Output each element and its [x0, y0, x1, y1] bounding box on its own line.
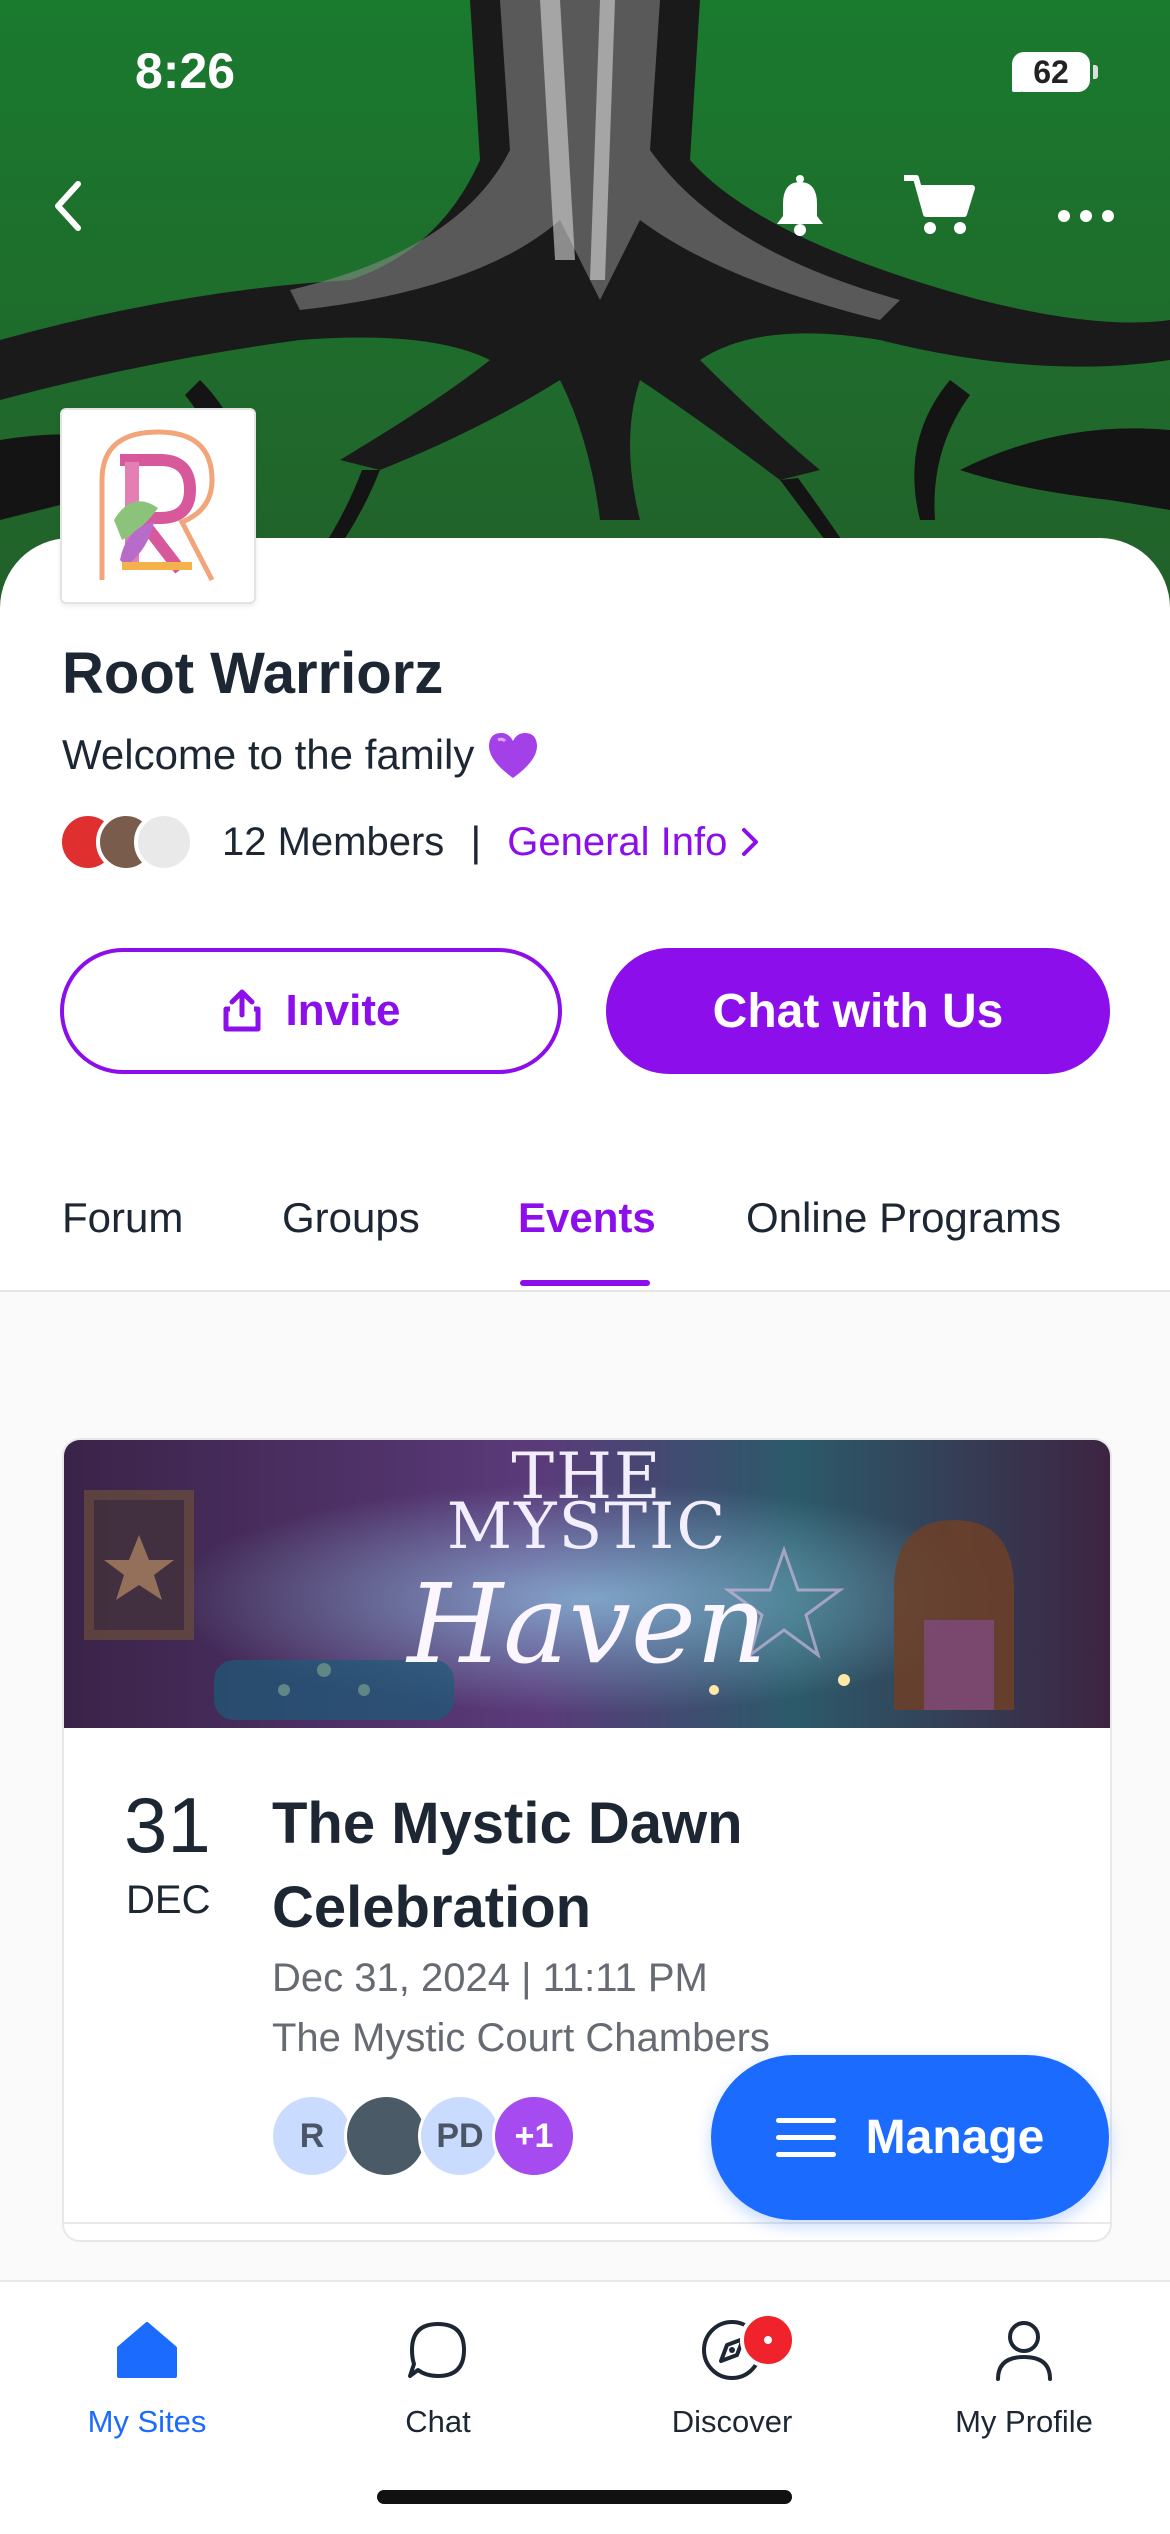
cart-icon — [904, 175, 975, 234]
chevron-left-icon — [55, 181, 81, 231]
attendee-avatar: PD — [418, 2094, 502, 2178]
member-avatars[interactable] — [58, 812, 194, 872]
chat-with-us-button[interactable]: Chat with Us — [606, 948, 1110, 1074]
battery-icon: 62 — [1012, 52, 1098, 92]
notification-badge — [740, 2312, 796, 2368]
chat-with-us-label: Chat with Us — [712, 984, 1004, 1038]
members-count[interactable]: 12 Members — [222, 820, 444, 865]
menu-icon — [775, 2117, 836, 2157]
nav-label: Discover — [671, 2404, 793, 2439]
active-tab-indicator — [520, 1280, 650, 1286]
nav-label: Chat — [405, 2404, 471, 2439]
chat-icon — [408, 2322, 466, 2378]
event-day: 31 — [124, 1781, 211, 1869]
status-icons: 62 — [1012, 52, 1098, 92]
section-tabs: Forum Groups Events Online Programs — [0, 1180, 1170, 1292]
chevron-right-icon — [742, 828, 759, 856]
site-logo-mark — [99, 429, 215, 582]
notifications-button[interactable] — [765, 170, 835, 240]
avatar — [134, 812, 194, 872]
person-icon — [996, 2321, 1052, 2381]
cart-button[interactable] — [900, 168, 980, 240]
event-banner-image: THE MYSTIC Haven — [64, 1440, 1110, 1728]
site-title: Root Warriorz — [62, 641, 444, 706]
nav-label: My Profile — [955, 2404, 1093, 2439]
attendee-avatar: R — [270, 2094, 354, 2178]
status-time: 8:26 — [135, 43, 236, 99]
general-info-link[interactable]: General Info — [507, 820, 761, 865]
invite-label: Invite — [285, 986, 401, 1035]
home-indicator — [377, 2490, 792, 2504]
manage-button[interactable]: Manage — [711, 2055, 1109, 2220]
status-bar: 8:26 62 — [0, 0, 1170, 150]
banner-title-line-3: Haven — [407, 1560, 767, 1688]
nav-discover[interactable]: Discover — [622, 2310, 842, 2440]
tab-events[interactable]: Events — [518, 1194, 656, 1242]
more-horizontal-icon — [1058, 210, 1114, 222]
nav-my-profile[interactable]: My Profile — [914, 2310, 1134, 2440]
separator: | — [470, 818, 482, 865]
attendee-overflow-count: +1 — [492, 2094, 576, 2178]
site-subtitle: Welcome to the family — [62, 731, 475, 778]
event-datetime: Dec 31, 2024 | 11:11 PM — [272, 1956, 708, 2000]
bell-icon — [777, 175, 823, 236]
tab-forum[interactable]: Forum — [62, 1194, 183, 1242]
nav-my-sites[interactable]: My Sites — [37, 2310, 257, 2440]
more-options-button[interactable] — [1050, 170, 1130, 240]
top-actions — [0, 160, 1170, 250]
share-icon — [223, 989, 261, 1032]
event-title[interactable]: The Mystic Dawn Celebration — [272, 1782, 872, 1950]
purple-heart-icon — [489, 733, 538, 778]
card-divider — [64, 2222, 1110, 2224]
tab-online-programs[interactable]: Online Programs — [746, 1194, 1061, 1242]
home-icon — [117, 2322, 177, 2378]
event-month: DEC — [126, 1878, 211, 1922]
back-button[interactable] — [40, 170, 100, 240]
members-row: 12 Members | General Info — [58, 808, 761, 876]
invite-button[interactable]: Invite — [60, 948, 562, 1074]
event-attendees[interactable]: R PD +1 — [270, 2094, 576, 2178]
banner-title-line-2: MYSTIC — [446, 1490, 728, 1564]
nav-label: My Sites — [87, 2404, 207, 2439]
general-info-label: General Info — [507, 819, 728, 864]
nav-chat[interactable]: Chat — [328, 2310, 548, 2440]
event-location: The Mystic Court Chambers — [272, 2016, 770, 2060]
tab-groups[interactable]: Groups — [282, 1194, 420, 1242]
site-subtitle-row: Welcome to the family — [62, 730, 540, 780]
manage-label: Manage — [865, 2111, 1045, 2164]
attendee-avatar — [344, 2094, 428, 2178]
site-logo — [60, 408, 256, 604]
